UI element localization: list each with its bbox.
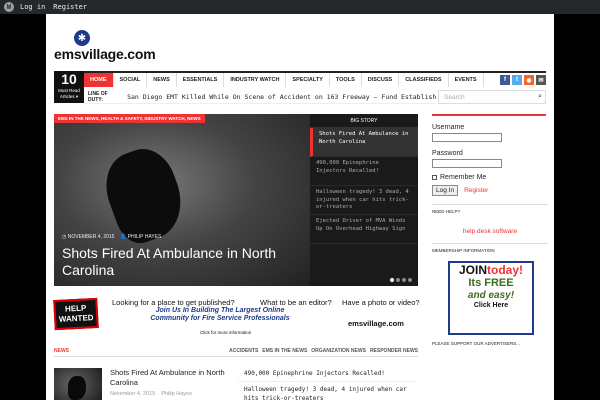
username-field[interactable] — [432, 133, 502, 142]
hero-author[interactable]: PHILIP HAYES — [128, 234, 162, 240]
password-field[interactable] — [432, 159, 502, 168]
register-link[interactable]: Register — [464, 187, 488, 194]
hero-image — [95, 140, 193, 250]
list-item[interactable]: 490,000 Epinephrine Injectors Recalled! — [238, 366, 416, 382]
search-icon[interactable]: ⌕ — [538, 93, 542, 101]
ticker-text[interactable]: San Diego EMT Killed While On Scene of A… — [127, 93, 436, 101]
rss-icon[interactable]: ◉ — [524, 75, 534, 85]
news-bar: NEWS ACCIDENTS EMS IN THE NEWS ORGANIZAT… — [54, 345, 418, 357]
tab-ems-in-the-news[interactable]: EMS IN THE NEWS — [262, 348, 307, 354]
post-thumbnail[interactable] — [54, 368, 102, 400]
help-wanted-sign: HELP WANTED — [53, 297, 99, 331]
ticker-label: LINE OF DUTY: — [88, 90, 108, 103]
banner-logo: emsvillage.com — [348, 319, 404, 328]
news-ticker: LINE OF DUTY: San Diego EMT Killed While… — [84, 90, 436, 104]
slider-dot[interactable] — [408, 278, 412, 282]
hero-categories[interactable]: EMS IN THE NEWS, HEALTH & SAFETY, INDUST… — [54, 114, 205, 123]
must-read-box[interactable]: 10 Must Read Articles ▾ — [54, 71, 84, 103]
search-input[interactable]: Search ⌕ — [438, 90, 546, 104]
membership-heading: MEMBERSHIP INFORMATION — [432, 243, 548, 253]
must-read-count: 10 — [61, 71, 77, 87]
big-story-list: BIG STORY Shots Fired At Ambulance in No… — [310, 114, 418, 286]
login-actions: Log In Register — [432, 185, 548, 196]
slider-dot[interactable] — [402, 278, 406, 282]
admin-login-link[interactable]: Log in — [20, 3, 45, 11]
list-item[interactable]: Halloween tragedy! 3 dead, 4 injured whe… — [238, 382, 416, 400]
username-label: Username — [432, 124, 465, 131]
nav-item-discuss[interactable]: DISCUSS — [362, 73, 400, 87]
remember-me[interactable]: Remember Me — [432, 174, 548, 181]
nav-item-news[interactable]: NEWS — [147, 73, 177, 87]
sidebar-divider — [432, 114, 546, 116]
join-free: Its FREE — [468, 277, 514, 289]
logo-text: emsvillage.com — [54, 46, 156, 62]
banner-question: Have a photo or video? — [342, 298, 420, 307]
join-easy: and easy! — [467, 290, 515, 301]
facebook-icon[interactable]: f — [500, 75, 510, 85]
admin-bar: W Log in Register — [0, 0, 600, 14]
slider-dot[interactable] — [390, 278, 394, 282]
site-logo[interactable]: ✱ emsvillage.com — [54, 30, 156, 62]
hero-slide[interactable]: EMS IN THE NEWS, HEALTH & SAFETY, INDUST… — [54, 114, 310, 286]
search-placeholder: Search — [444, 93, 465, 101]
sidebar: Username Password Remember Me Log In Reg… — [432, 114, 548, 346]
password-label: Password — [432, 150, 463, 157]
news-list: 490,000 Epinephrine Injectors Recalled! … — [238, 366, 416, 400]
wordpress-icon[interactable]: W — [4, 2, 14, 12]
big-story-item[interactable]: 490,000 Epinephrine Injectors Recalled! — [310, 157, 418, 186]
nav-item-social[interactable]: SOCIAL — [114, 73, 148, 87]
twitter-icon[interactable]: t — [512, 75, 522, 85]
news-tabs: ACCIDENTS EMS IN THE NEWS ORGANIZATION N… — [229, 348, 418, 354]
post-meta: November 4, 2015 Philip Hayes — [110, 391, 192, 397]
slider-dot[interactable] — [396, 278, 400, 282]
nav-item-essentials[interactable]: ESSENTIALS — [177, 73, 225, 87]
banner-question: What to be an editor? — [260, 298, 332, 307]
hero-date: NOVEMBER 4, 2015 — [67, 234, 115, 240]
nav-item-events[interactable]: EVENTS — [449, 73, 484, 87]
nav-item-tools[interactable]: TOOLS — [330, 73, 362, 87]
tab-responder-news[interactable]: RESPONDER NEWS — [370, 348, 418, 354]
social-links: f t ◉ ✉ — [500, 75, 546, 85]
join-heading: JOINtoday! — [458, 263, 523, 277]
news-label[interactable]: NEWS — [54, 348, 69, 354]
banner-more-info: Click for more information — [200, 330, 252, 335]
hero-title[interactable]: Shots Fired At Ambulance in North Caroli… — [62, 245, 302, 279]
post-author[interactable]: Philip Hayes — [161, 391, 192, 397]
help-desk-link[interactable]: help desk software — [432, 228, 548, 235]
big-story-item[interactable]: Halloween tragedy! 3 dead, 4 injured whe… — [310, 186, 418, 215]
star-of-life-icon: ✱ — [74, 30, 90, 46]
remember-label: Remember Me — [440, 174, 487, 181]
hero-meta: ◷ NOVEMBER 4, 2015 👤 PHILIP HAYES — [62, 234, 161, 240]
post-title[interactable]: Shots Fired At Ambulance in North Caroli… — [110, 368, 230, 388]
nav-item-specialty[interactable]: SPECIALTY — [286, 73, 330, 87]
ads-heading: PLEASE SUPPORT OUR ADVERTISERS... — [432, 341, 521, 346]
clock-icon: ◷ — [62, 234, 67, 240]
email-icon[interactable]: ✉ — [536, 75, 546, 85]
join-click: Click Here — [473, 302, 509, 309]
nav-item-industry-watch[interactable]: INDUSTRY WATCH — [224, 73, 287, 87]
login-button[interactable]: Log In — [432, 185, 459, 196]
banner-tagline: Join Us In Building The Largest Online C… — [150, 307, 290, 322]
help-wanted-banner[interactable]: HELP WANTED Looking for a place to get p… — [53, 295, 420, 335]
admin-register-link[interactable]: Register — [53, 3, 87, 11]
big-story-item[interactable]: Shots Fired At Ambulance in North Caroli… — [310, 128, 418, 157]
tab-organization-news[interactable]: ORGANIZATION NEWS — [311, 348, 366, 354]
big-story-header: BIG STORY — [310, 114, 418, 128]
need-help-heading: NEED HELP? — [432, 204, 548, 214]
nav-item-classifieds[interactable]: CLASSIFIEDS — [399, 73, 449, 87]
banner-question: Looking for a place to get published? — [112, 298, 235, 307]
tab-accidents[interactable]: ACCIDENTS — [229, 348, 258, 354]
post-date: November 4, 2015 — [110, 391, 156, 397]
page: ✱ emsvillage.com HOME SOCIAL NEWS ESSENT… — [46, 14, 554, 400]
user-icon: 👤 — [120, 234, 127, 240]
main-nav: HOME SOCIAL NEWS ESSENTIALS INDUSTRY WAT… — [54, 71, 546, 87]
join-today-ad[interactable]: JOINtoday! Its FREE and easy! Click Here — [448, 261, 534, 335]
nav-item-home[interactable]: HOME — [84, 73, 114, 87]
slider-dots — [390, 278, 412, 282]
remember-checkbox[interactable] — [432, 175, 437, 180]
big-story-item[interactable]: Ejected Driver of MVA Winds Up On Overhe… — [310, 215, 418, 244]
must-read-label: Must Read Articles ▾ — [58, 88, 80, 99]
